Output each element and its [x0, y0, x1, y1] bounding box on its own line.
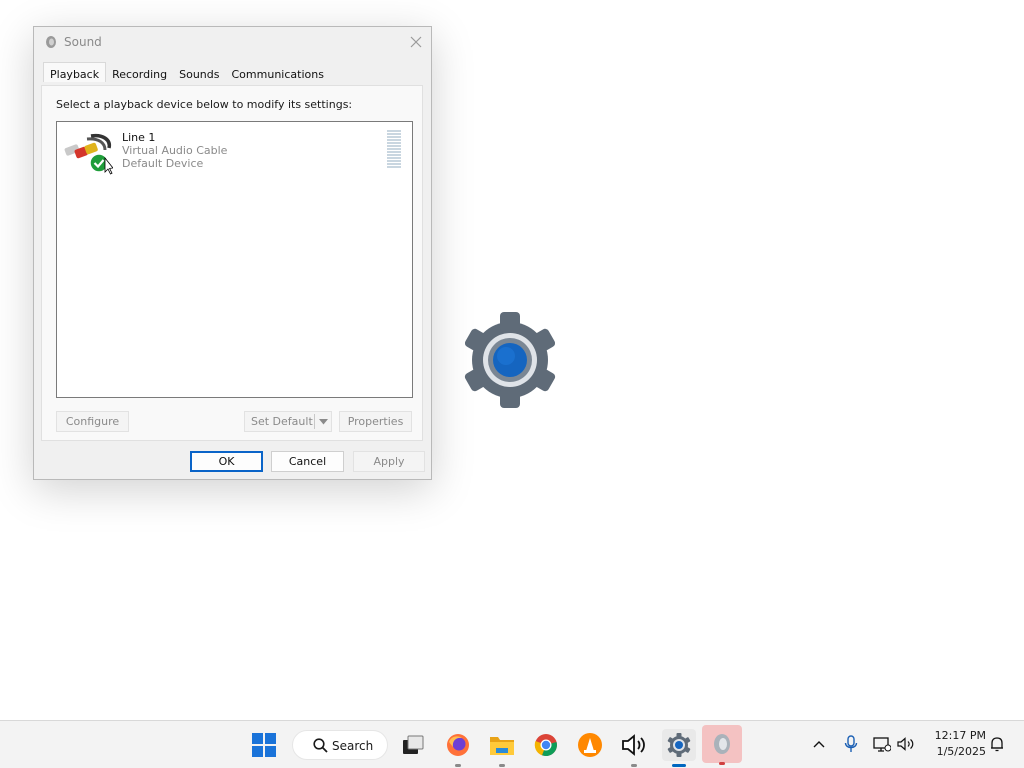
volume-meter — [387, 130, 401, 170]
task-view-icon — [403, 735, 424, 754]
title-bar[interactable]: Sound — [34, 27, 431, 57]
set-default-label: Set Default — [251, 415, 313, 428]
tab-communications[interactable]: Communications — [226, 65, 330, 85]
clock-date: 1/5/2025 — [936, 745, 986, 758]
search-icon — [313, 738, 328, 753]
list-item-line-1[interactable]: Line 1 Virtual Audio Cable Default Devic… — [57, 122, 412, 175]
microphone-icon — [844, 735, 858, 752]
firefox-icon — [447, 734, 469, 756]
device-description: Virtual Audio Cable — [122, 144, 228, 157]
device-name: Line 1 — [122, 131, 156, 144]
chrome-icon — [534, 734, 557, 757]
tab-recording[interactable]: Recording — [106, 65, 173, 85]
taskbar-clock[interactable]: 12:17 PM 1/5/2025 — [924, 728, 986, 760]
tab-strip: Playback Recording Sounds Communications — [43, 62, 330, 85]
device-status: Default Device — [122, 157, 204, 170]
dialog-title: Sound — [64, 35, 102, 49]
volume-icon — [897, 737, 914, 751]
cancel-button[interactable]: Cancel — [271, 451, 344, 472]
taskbar-sound-control-panel[interactable] — [702, 725, 742, 765]
task-view-button[interactable] — [397, 729, 429, 761]
close-button[interactable] — [401, 27, 431, 57]
taskbar-firefox[interactable] — [442, 729, 474, 767]
start-button[interactable] — [248, 729, 280, 761]
taskbar-sound[interactable] — [618, 729, 650, 767]
settings-gear-icon — [464, 312, 556, 408]
settings-icon — [667, 733, 691, 757]
speaker-icon — [714, 734, 730, 754]
set-default-dropdown[interactable] — [314, 414, 331, 429]
microphone-tray[interactable] — [840, 733, 862, 755]
folder-icon — [490, 737, 514, 755]
instruction-text: Select a playback device below to modify… — [56, 98, 353, 111]
taskbar-vlc[interactable] — [574, 729, 606, 761]
clock-time: 12:17 PM — [934, 729, 986, 742]
windows-start-icon — [252, 733, 276, 757]
ok-button[interactable]: OK — [190, 451, 263, 472]
show-hidden-icons-button[interactable] — [808, 733, 830, 755]
configure-button[interactable]: Configure — [56, 411, 129, 432]
apply-button[interactable]: Apply — [353, 451, 425, 472]
playback-panel: Select a playback device below to modify… — [41, 85, 423, 441]
speaker-icon — [46, 36, 56, 48]
speaker-volume-icon — [622, 734, 645, 756]
audio-cable-icon — [64, 133, 113, 175]
close-icon — [410, 36, 422, 48]
set-default-button[interactable]: Set Default — [244, 411, 332, 432]
taskbar-file-explorer[interactable] — [486, 729, 518, 767]
volume-tray[interactable] — [895, 733, 917, 755]
chevron-up-icon — [813, 741, 825, 748]
notifications-button[interactable] — [986, 733, 1008, 755]
properties-button[interactable]: Properties — [339, 411, 412, 432]
network-icon — [873, 737, 891, 752]
chevron-down-icon — [318, 418, 328, 424]
taskbar-chrome[interactable] — [530, 729, 562, 761]
tab-playback[interactable]: Playback — [43, 62, 107, 82]
search-label: Search — [332, 739, 374, 753]
taskbar: Search 12:17 PM 1/5/2025 — [0, 720, 1024, 768]
tab-sounds[interactable]: Sounds — [173, 65, 225, 85]
taskbar-settings[interactable] — [662, 729, 696, 767]
sound-dialog: Sound Playback Recording Sounds Communic… — [33, 26, 432, 480]
bell-icon — [991, 737, 1003, 752]
network-tray[interactable] — [871, 733, 893, 755]
device-list[interactable]: Line 1 Virtual Audio Cable Default Devic… — [56, 121, 413, 398]
vlc-cone-icon — [578, 733, 602, 757]
taskbar-search[interactable]: Search — [292, 730, 388, 760]
